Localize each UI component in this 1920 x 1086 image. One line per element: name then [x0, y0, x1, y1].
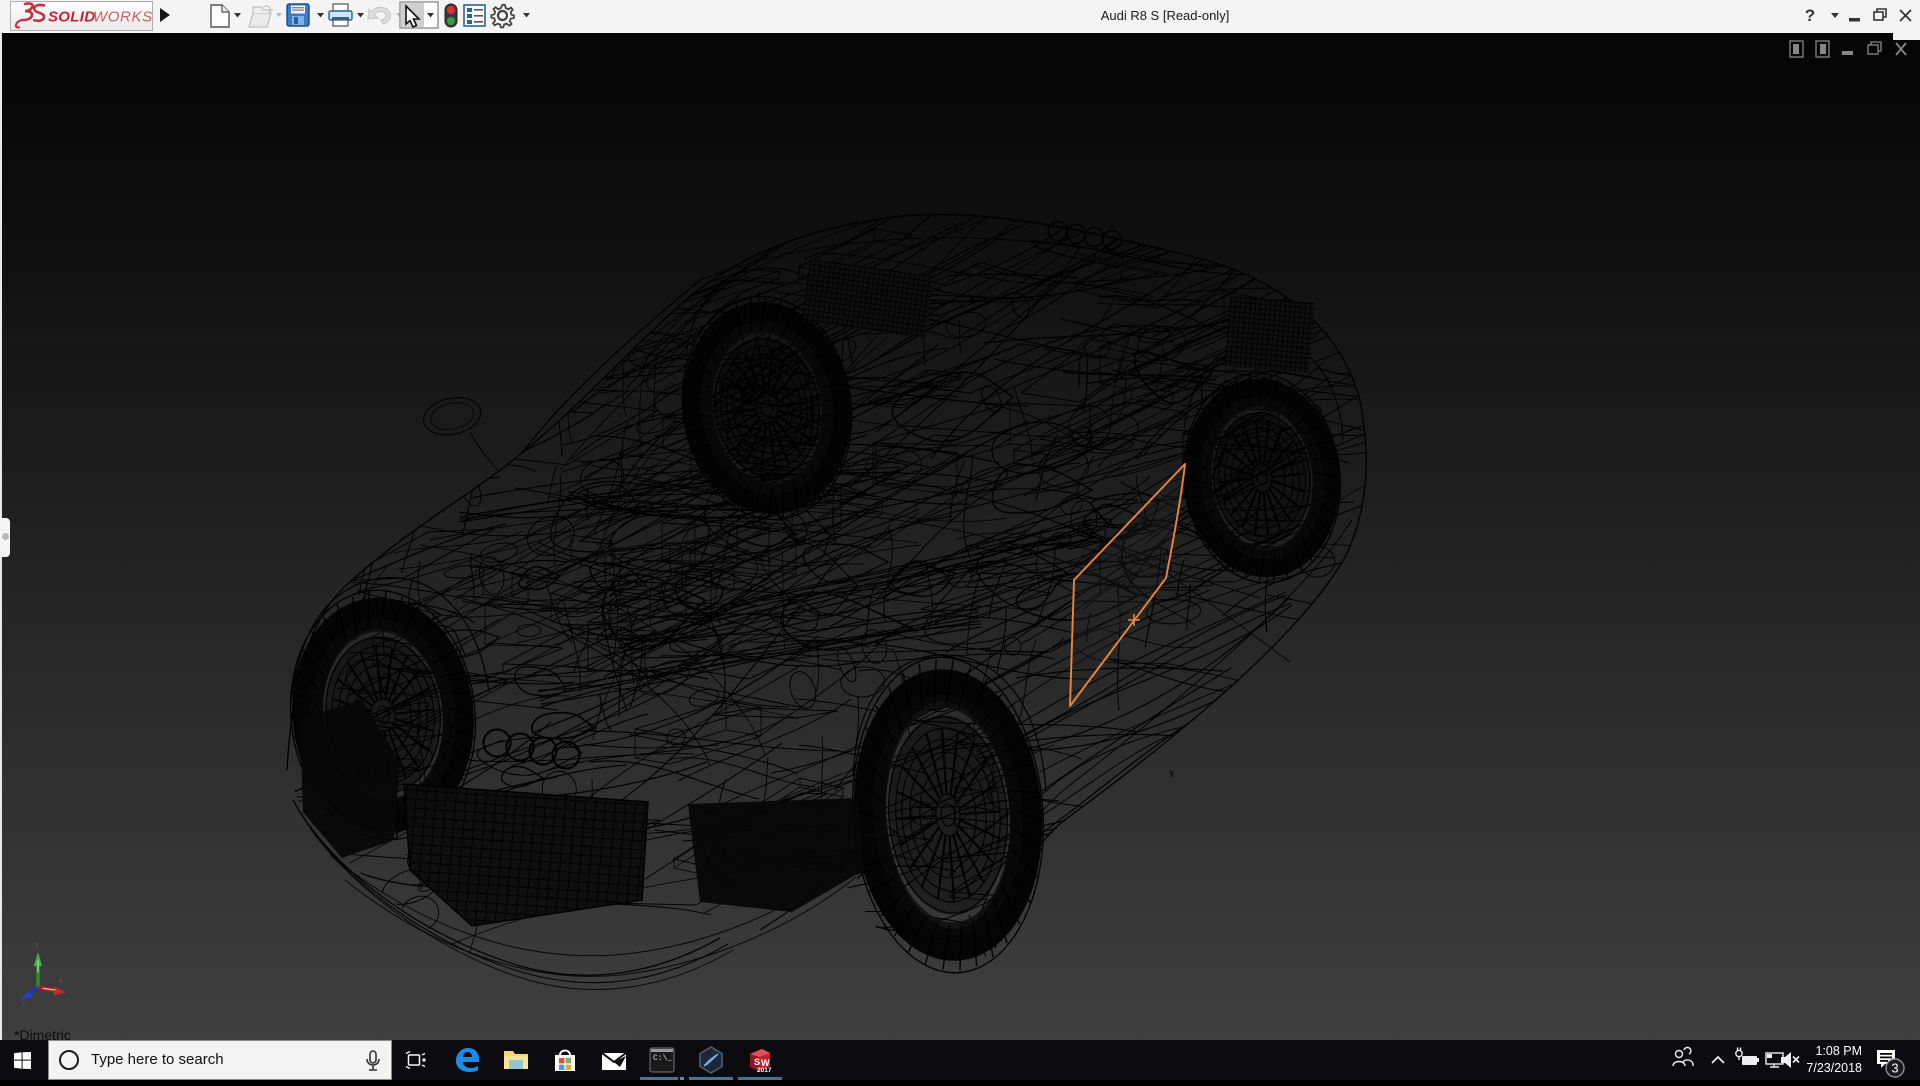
svg-text:SOLID: SOLID — [48, 9, 95, 26]
svg-text:Y: Y — [35, 941, 41, 950]
svg-text:?: ? — [1805, 6, 1815, 25]
svg-text:x: x — [59, 976, 63, 985]
svg-text:WORKS: WORKS — [93, 9, 152, 26]
svg-text:3: 3 — [1891, 1061, 1898, 1076]
svg-text:C:\_: C:\_ — [653, 1054, 672, 1063]
svg-text:z: z — [21, 999, 25, 1008]
svg-text:*Dimetric: *Dimetric — [14, 1027, 71, 1040]
svg-text:2017: 2017 — [757, 1067, 772, 1074]
svg-text:S: S — [754, 1057, 760, 1067]
